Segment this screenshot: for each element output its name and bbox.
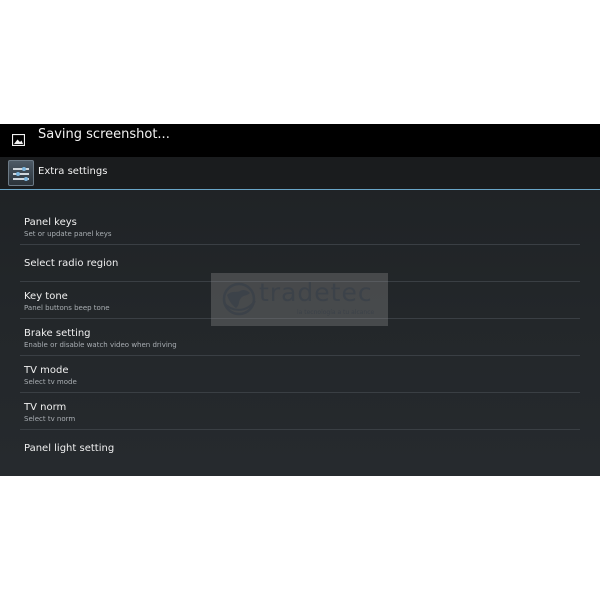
setting-summary: Panel buttons beep tone	[24, 304, 110, 312]
watermark-brand: tradetec	[259, 278, 373, 307]
settings-sliders-icon[interactable]	[8, 160, 34, 186]
action-bar: Extra settings	[0, 157, 600, 190]
tradetec-watermark: tradetec la tecnología a tu alcance	[211, 273, 388, 326]
page-title: Extra settings	[38, 166, 108, 177]
notification-text: Saving screenshot...	[38, 127, 170, 142]
setting-summary: Select tv mode	[24, 378, 77, 386]
setting-title: Select radio region	[24, 258, 119, 269]
setting-title: Panel keys	[24, 217, 77, 228]
setting-panel-light-setting[interactable]: Panel light setting	[20, 430, 580, 467]
setting-title: TV mode	[24, 365, 69, 376]
setting-title: Key tone	[24, 291, 68, 302]
setting-summary: Set or update panel keys	[24, 230, 112, 238]
notification-bar: Saving screenshot...	[0, 124, 600, 157]
setting-tv-mode[interactable]: TV mode Select tv mode	[20, 356, 580, 393]
setting-title: Panel light setting	[24, 443, 115, 454]
setting-summary: Select tv norm	[24, 415, 76, 423]
watermark-tagline: la tecnología a tu alcance	[297, 309, 375, 316]
setting-summary: Enable or disable watch video when drivi…	[24, 341, 177, 349]
setting-panel-keys[interactable]: Panel keys Set or update panel keys	[20, 208, 580, 245]
setting-tv-norm[interactable]: TV norm Select tv norm	[20, 393, 580, 430]
image-icon	[12, 134, 25, 146]
globe-logo-icon	[222, 282, 256, 316]
setting-title: Brake setting	[24, 328, 91, 339]
setting-title: TV norm	[24, 402, 67, 413]
settings-list: Panel keys Set or update panel keys Sele…	[0, 208, 600, 467]
